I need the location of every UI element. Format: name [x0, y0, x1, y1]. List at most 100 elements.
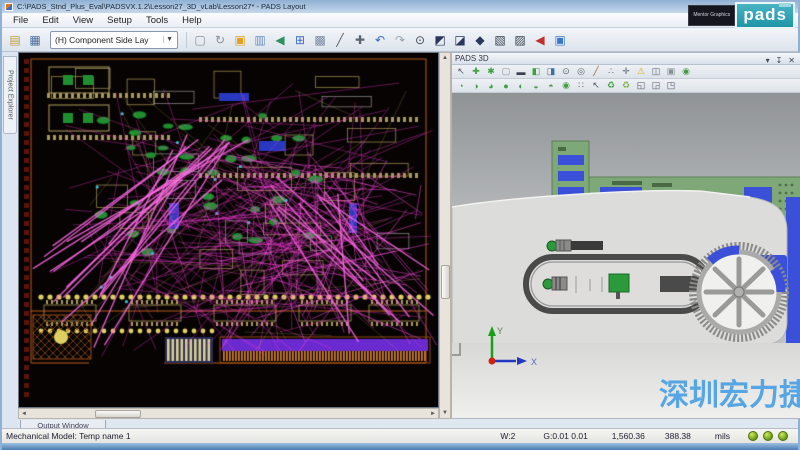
import-icon[interactable]: ◀	[271, 31, 289, 49]
fit-all-icon[interactable]: ◳	[664, 79, 678, 92]
workspace: Project Explorer ◄ ► ▲ ▼ Output Window P…	[2, 52, 798, 428]
toolbar-separator	[186, 32, 187, 48]
copy-view-icon[interactable]: ▣	[664, 65, 678, 78]
view-right-icon[interactable]: ◓	[544, 79, 558, 92]
redo-icon[interactable]: ↷	[391, 31, 409, 49]
clipboard-icon[interactable]: ▥	[251, 31, 269, 49]
scroll-right-icon[interactable]: ►	[428, 411, 438, 417]
route-icon[interactable]: ╱	[331, 31, 349, 49]
menu-setup[interactable]: Setup	[100, 14, 139, 27]
view-custom-icon[interactable]: ◉	[559, 79, 573, 92]
pads-3d-panel: PADS 3D ▾↧✕ ↖✚✱▢▬◧◨⊙◎╱∴✛⚠◫▣◉ ◔◑◕●◐◒◓◉∷↖♻…	[451, 52, 800, 419]
new-window-icon[interactable]: ▢	[191, 31, 209, 49]
align-icon[interactable]: ✛	[619, 65, 633, 78]
view-left-icon[interactable]: ◒	[529, 79, 543, 92]
project-explorer-tab[interactable]: Project Explorer	[3, 56, 17, 134]
open-icon[interactable]: ▤	[6, 31, 24, 49]
board-bottom-icon[interactable]: ◨	[544, 65, 558, 78]
menu-bar: FileEditViewSetupToolsHelp	[2, 13, 798, 28]
title-bar: C:\PADS_Stnd_Plus_Eval\PADSVX.1.2\Lesson…	[2, 0, 798, 13]
selection-filter-icon[interactable]: ◀	[531, 31, 549, 49]
layout-canvas-wrap	[18, 52, 439, 408]
search-icon[interactable]: ◎	[574, 65, 588, 78]
view-front-icon[interactable]: ●	[499, 79, 513, 92]
verify-design-icon[interactable]: ▨	[511, 31, 529, 49]
filter-nets-icon[interactable]: ◆	[471, 31, 489, 49]
design-toolbox-icon[interactable]: ✚	[351, 31, 369, 49]
save-icon[interactable]: ▦	[26, 31, 44, 49]
main-toolbar: ▤▦ (H) Component Side Lay ▼ ▢↻▣▥◀⊞▩╱✚↶↷⊙…	[2, 28, 798, 52]
filter-gates-icon[interactable]: ◩	[431, 31, 449, 49]
3d-fan	[693, 246, 785, 338]
output-window-toggle-icon[interactable]: ▣	[551, 31, 569, 49]
panel-menu-icon[interactable]: ▾	[763, 56, 773, 65]
chevron-down-icon[interactable]: ▼	[163, 36, 175, 43]
grid-dots-icon[interactable]: ∷	[574, 79, 588, 92]
menu-file[interactable]: File	[6, 14, 35, 27]
app-icon	[5, 3, 13, 11]
menu-edit[interactable]: Edit	[35, 14, 65, 27]
macro-icon[interactable]: ▧	[491, 31, 509, 49]
layer-selector-value: (H) Component Side Lay	[55, 35, 163, 45]
measure-icon[interactable]: ╱	[589, 65, 603, 78]
add-model-icon[interactable]: ✚	[469, 65, 483, 78]
project-explorer-strip: Project Explorer	[2, 52, 18, 428]
point-icon[interactable]: ∴	[604, 65, 618, 78]
status-width: W:2	[486, 431, 529, 441]
menu-view[interactable]: View	[66, 14, 100, 27]
view-bottom-icon[interactable]: ◕	[484, 79, 498, 92]
pads-3d-header[interactable]: PADS 3D ▾↧✕	[452, 53, 800, 65]
menu-tools[interactable]: Tools	[139, 14, 175, 27]
refresh-view-icon[interactable]: ♻	[604, 79, 618, 92]
zoom-icon[interactable]: ⊙	[411, 31, 429, 49]
undo-icon[interactable]: ↶	[371, 31, 389, 49]
brand-badge: Mentor Graphics pads	[688, 2, 795, 29]
view-iso-icon[interactable]: ◔	[454, 79, 468, 92]
scroll-up-icon[interactable]: ▲	[442, 53, 448, 63]
3d-viewport[interactable]: Y X 深圳宏力捷	[452, 93, 800, 418]
redraw-icon[interactable]: ↻	[211, 31, 229, 49]
pads-logo-text: pads	[743, 5, 787, 25]
pads-logo: pads	[735, 2, 795, 29]
update-view-icon[interactable]: ♻	[619, 79, 633, 92]
toolbar-icon-group: ▢↻▣▥◀⊞▩╱✚↶↷⊙◩◪◆▧▨◀▣	[191, 31, 569, 49]
window-bottom-border	[2, 443, 798, 450]
fit-selection-icon[interactable]: ◲	[649, 79, 663, 92]
scroll-left-icon[interactable]: ◄	[19, 411, 29, 417]
fit-board-icon[interactable]: ◱	[634, 79, 648, 92]
filter-pins-icon[interactable]: ◪	[451, 31, 469, 49]
board-view-icon[interactable]: ▬	[514, 65, 528, 78]
pcb-layout-canvas[interactable]	[19, 53, 438, 407]
menu-help[interactable]: Help	[175, 14, 209, 27]
scroll-down-icon[interactable]: ▼	[442, 408, 448, 418]
pin-icon[interactable]: ↧	[773, 56, 786, 65]
vertical-scroll-thumb[interactable]	[441, 265, 450, 299]
select-3d-icon[interactable]: ↖	[589, 79, 603, 92]
status-lights	[744, 431, 798, 441]
check-doc-icon[interactable]: ◫	[649, 65, 663, 78]
horizontal-scroll-thumb[interactable]	[95, 410, 141, 418]
project-explorer-label: Project Explorer	[7, 70, 14, 120]
view-back-icon[interactable]: ◐	[514, 79, 528, 92]
pads-3d-toolbar-row2: ◔◑◕●◐◒◓◉∷↖♻♻◱◲◳	[452, 79, 800, 93]
box-select-icon[interactable]: ▢	[499, 65, 513, 78]
status-grid: G:0.01 0.01	[529, 431, 601, 441]
vertical-scrollbar[interactable]: ▲ ▼	[439, 52, 451, 419]
export-3d-icon[interactable]: ◉	[679, 65, 693, 78]
replace-model-icon[interactable]: ✱	[484, 65, 498, 78]
status-coord-x: 1,560.36	[602, 431, 655, 441]
layer-selector-dropdown[interactable]: (H) Component Side Lay ▼	[50, 31, 178, 49]
zoom-window-icon[interactable]: ⊙	[559, 65, 573, 78]
close-icon[interactable]: ✕	[785, 56, 798, 65]
grid-icon[interactable]: ⊞	[291, 31, 309, 49]
status-light-2[interactable]	[763, 431, 773, 441]
pointer-icon[interactable]: ↖	[454, 65, 468, 78]
status-light-3[interactable]	[778, 431, 788, 441]
board-3d-icon[interactable]: ◧	[529, 65, 543, 78]
status-light-1[interactable]	[748, 431, 758, 441]
ole-doc-icon[interactable]: ▣	[231, 31, 249, 49]
collision-warning-icon[interactable]: ⚠	[634, 65, 648, 78]
horizontal-scrollbar[interactable]: ◄ ►	[18, 408, 439, 419]
board-image-icon[interactable]: ▩	[311, 31, 329, 49]
view-top-icon[interactable]: ◑	[469, 79, 483, 92]
